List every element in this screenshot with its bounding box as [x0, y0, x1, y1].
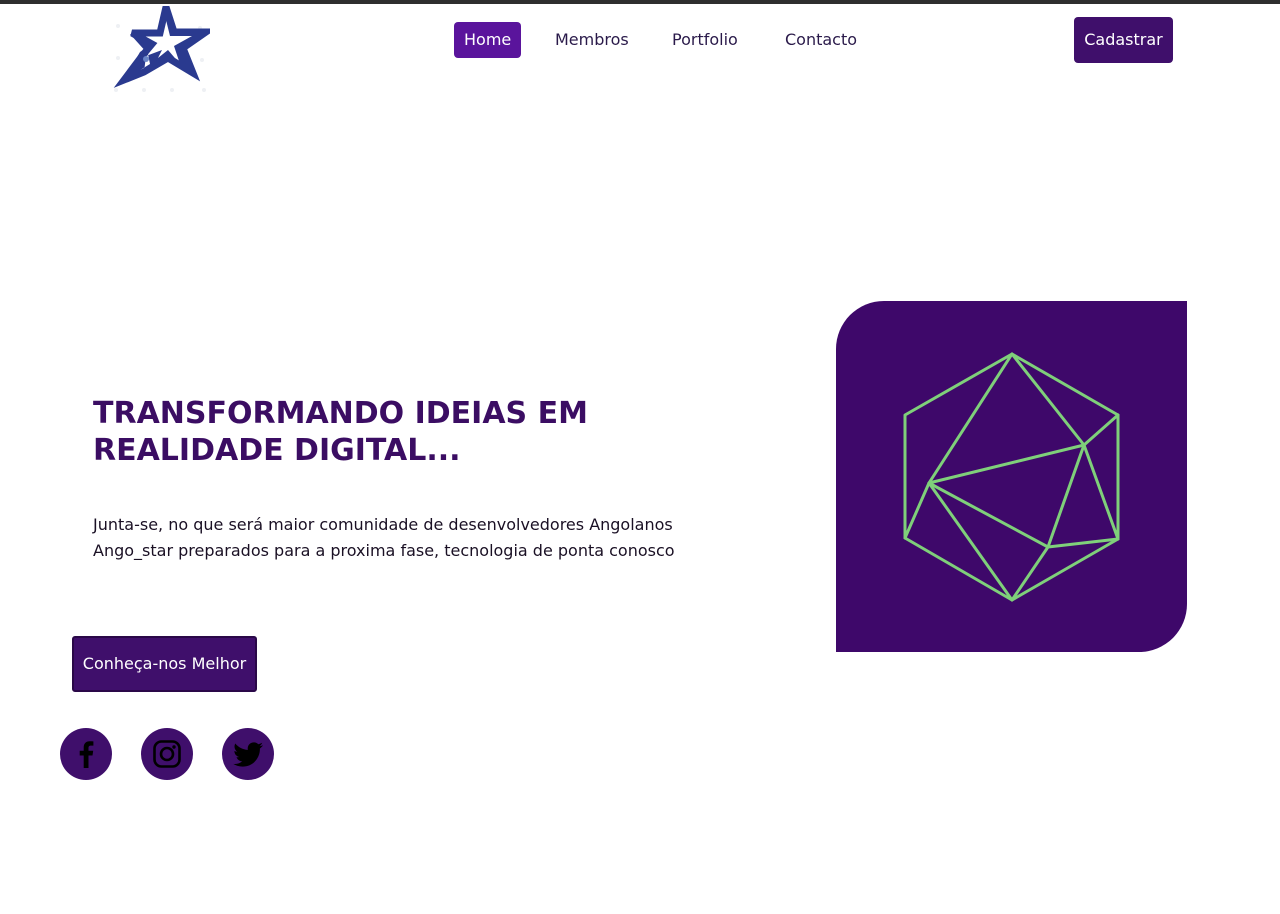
signup-button[interactable]: Cadastrar	[1074, 17, 1173, 63]
nav-item-home[interactable]: Home	[454, 22, 522, 58]
facebook-link[interactable]	[60, 728, 112, 780]
instagram-link[interactable]	[141, 728, 193, 780]
hero-description-line-1: Junta-se, no que será maior comunidade d…	[93, 515, 673, 534]
hero-title: TRANSFORMANDO IDEIAS EM REALIDADE DIGITA…	[93, 395, 693, 469]
nav-item-membros[interactable]: Membros	[555, 22, 629, 58]
nav-item-portfolio[interactable]: Portfolio	[672, 22, 738, 58]
twitter-link[interactable]	[222, 728, 274, 780]
hero-title-line-1: TRANSFORMANDO IDEIAS EM	[93, 396, 588, 431]
twitter-icon	[233, 742, 263, 767]
top-border	[0, 0, 1280, 4]
hero-description: Junta-se, no que será maior comunidade d…	[93, 512, 693, 564]
instagram-icon	[153, 740, 181, 768]
hero-title-line-2: REALIDADE DIGITAL...	[93, 433, 461, 468]
hero-description-line-2: Ango_star preparados para a proxima fase…	[93, 541, 675, 560]
nav-item-contacto[interactable]: Contacto	[785, 22, 857, 58]
star-logo-icon[interactable]	[110, 0, 218, 94]
learn-more-button[interactable]: Conheça-nos Melhor	[72, 636, 257, 692]
facebook-icon	[79, 741, 94, 768]
hero-art-panel	[836, 301, 1187, 652]
geometric-polyhedron-icon	[903, 352, 1120, 602]
